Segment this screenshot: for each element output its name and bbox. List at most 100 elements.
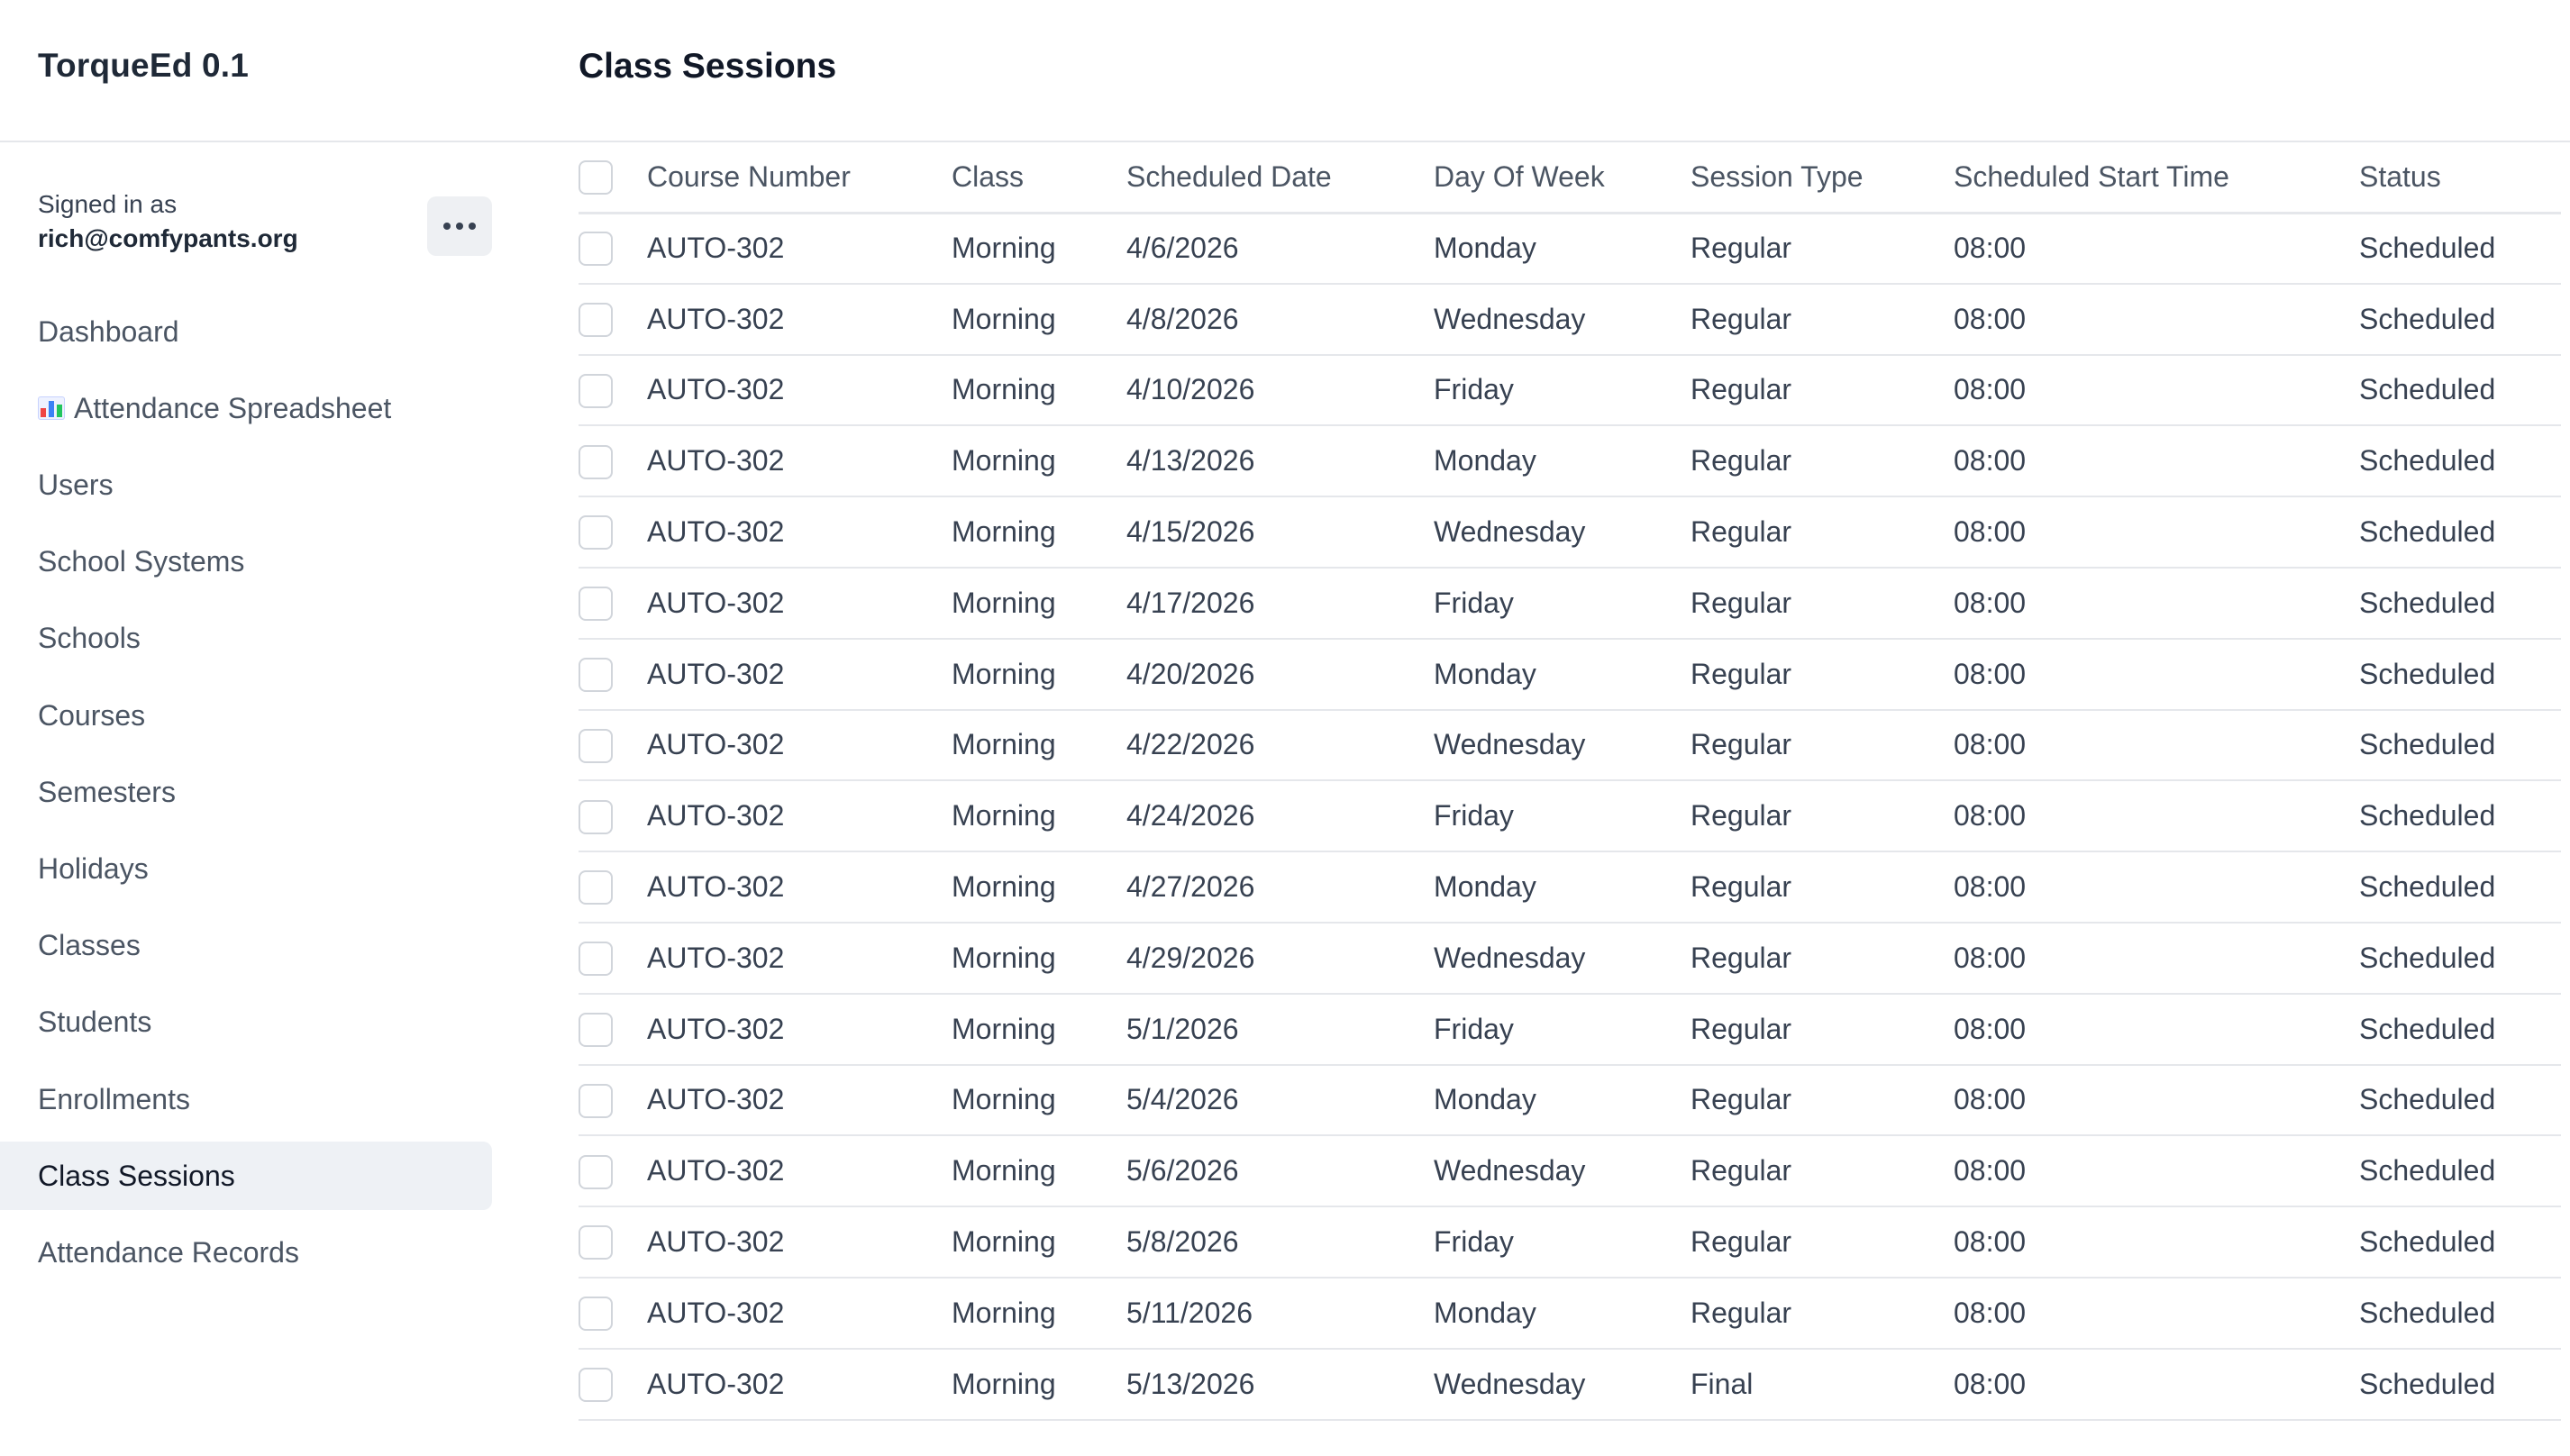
session-type-cell: Regular bbox=[1691, 1296, 1792, 1329]
row-checkbox[interactable] bbox=[579, 1012, 613, 1047]
sidebar-item-attendance-records[interactable]: Attendance Records bbox=[0, 1218, 492, 1287]
class-cell: Morning bbox=[952, 1154, 1056, 1188]
sidebar-item-classes[interactable]: Classes bbox=[0, 912, 492, 980]
column-header-course-number[interactable]: Course Number bbox=[647, 142, 952, 213]
table-row[interactable]: AUTO-302 Morning 4/24/2026 Friday Regular 08:… bbox=[579, 780, 2561, 852]
row-checkbox[interactable] bbox=[579, 799, 613, 834]
start-time-cell: 08:00 bbox=[1954, 1225, 2027, 1259]
sidebar-item-label: Semesters bbox=[38, 775, 176, 808]
scheduled-date-cell: 4/22/2026 bbox=[1126, 728, 1255, 761]
table-body: AUTO-302 Morning 4/6/2026 Monday Regular 08:0… bbox=[579, 213, 2561, 1420]
class-cell: Morning bbox=[952, 444, 1056, 478]
table-row[interactable]: AUTO-302 Morning 4/17/2026 Friday Regular 08:… bbox=[579, 568, 2561, 639]
sidebar-item-label: Attendance Spreadsheet bbox=[74, 391, 392, 424]
day-of-week-cell: Monday bbox=[1434, 1083, 1536, 1116]
column-header-scheduled-start-time[interactable]: Scheduled Start Time bbox=[1954, 142, 2359, 213]
row-select-cell bbox=[579, 496, 647, 568]
row-checkbox[interactable] bbox=[579, 302, 613, 337]
table-row[interactable]: AUTO-302 Morning 5/11/2026 Monday Regular 08:… bbox=[579, 1278, 2561, 1349]
start-time-cell: 08:00 bbox=[1954, 1367, 2027, 1400]
row-checkbox[interactable] bbox=[579, 444, 613, 479]
table-row[interactable]: AUTO-302 Morning 4/27/2026 Monday Regular 08:… bbox=[579, 851, 2561, 923]
bar-chart-bar bbox=[41, 408, 46, 418]
table-row[interactable]: AUTO-302 Morning 5/1/2026 Friday Regular 08:0… bbox=[579, 994, 2561, 1065]
row-checkbox[interactable] bbox=[579, 1367, 613, 1402]
start-time-cell: 08:00 bbox=[1954, 1012, 2027, 1045]
table-row[interactable]: AUTO-302 Morning 4/6/2026 Monday Regular 08:0… bbox=[579, 213, 2561, 284]
account-info: Signed in as rich@comfypants.org bbox=[38, 187, 488, 256]
row-select-cell bbox=[579, 1206, 647, 1278]
row-checkbox[interactable] bbox=[579, 373, 613, 408]
app-brand[interactable]: TorqueEd 0.1 bbox=[38, 47, 249, 85]
table-row[interactable]: AUTO-302 Morning 5/13/2026 Wednesday Final 08… bbox=[579, 1349, 2561, 1420]
row-checkbox[interactable] bbox=[579, 587, 613, 622]
session-type-cell: Regular bbox=[1691, 515, 1792, 549]
table-row[interactable]: AUTO-302 Morning 5/6/2026 Wednesday Regular 0… bbox=[579, 1135, 2561, 1207]
start-time-cell: 08:00 bbox=[1954, 1154, 2027, 1188]
scheduled-date-cell: 5/8/2026 bbox=[1126, 1225, 1239, 1259]
row-select-cell bbox=[579, 355, 647, 426]
column-header-day-of-week[interactable]: Day Of Week bbox=[1434, 142, 1691, 213]
scheduled-date-cell: 4/20/2026 bbox=[1126, 657, 1255, 690]
sidebar-item-enrollments[interactable]: Enrollments bbox=[0, 1065, 492, 1133]
column-header-class[interactable]: Class bbox=[952, 142, 1126, 213]
column-header-session-type[interactable]: Session Type bbox=[1691, 142, 1954, 213]
course-number-cell: AUTO-302 bbox=[647, 657, 785, 690]
sidebar-item-dashboard[interactable]: Dashboard bbox=[0, 297, 492, 366]
row-checkbox[interactable] bbox=[579, 1225, 613, 1260]
select-all-checkbox[interactable] bbox=[579, 160, 613, 196]
class-cell: Morning bbox=[952, 728, 1056, 761]
row-checkbox[interactable] bbox=[579, 657, 613, 692]
column-header-status[interactable]: Status bbox=[2359, 142, 2561, 213]
bar-chart-bar bbox=[49, 401, 54, 418]
sidebar-item-school-systems[interactable]: School Systems bbox=[0, 528, 492, 596]
table-row[interactable]: AUTO-302 Morning 4/8/2026 Wednesday Regular 0… bbox=[579, 284, 2561, 355]
day-of-week-cell: Wednesday bbox=[1434, 302, 1586, 335]
table-row[interactable]: AUTO-302 Morning 4/29/2026 Wednesday Regular… bbox=[579, 923, 2561, 994]
sidebar-item-users[interactable]: Users bbox=[0, 450, 492, 519]
table-row[interactable]: AUTO-302 Morning 4/15/2026 Wednesday Regular… bbox=[579, 496, 2561, 568]
table-row[interactable]: AUTO-302 Morning 4/22/2026 Wednesday Regular… bbox=[579, 710, 2561, 781]
header-row: Course Number Class Scheduled Date Day Of W… bbox=[579, 142, 2561, 213]
sidebar-item-students[interactable]: Students bbox=[0, 988, 492, 1057]
session-type-cell: Regular bbox=[1691, 1083, 1792, 1116]
row-checkbox[interactable] bbox=[579, 1297, 613, 1332]
table-row[interactable]: AUTO-302 Morning 4/13/2026 Monday Regular 08:… bbox=[579, 425, 2561, 497]
status-cell: Scheduled bbox=[2359, 657, 2496, 690]
row-select-cell bbox=[579, 568, 647, 639]
course-number-cell: AUTO-302 bbox=[647, 1367, 785, 1400]
sidebar-item-semesters[interactable]: Semesters bbox=[0, 758, 492, 826]
day-of-week-cell: Monday bbox=[1434, 657, 1536, 690]
class-cell: Morning bbox=[952, 586, 1056, 619]
day-of-week-cell: Friday bbox=[1434, 1225, 1514, 1259]
row-select-cell bbox=[579, 1349, 647, 1420]
column-header-scheduled-date[interactable]: Scheduled Date bbox=[1126, 142, 1434, 213]
sidebar-item-courses[interactable]: Courses bbox=[0, 681, 492, 750]
row-checkbox[interactable] bbox=[579, 728, 613, 763]
row-checkbox[interactable] bbox=[579, 870, 613, 905]
account-menu-button[interactable] bbox=[427, 196, 492, 256]
table-row[interactable]: AUTO-302 Morning 5/4/2026 Monday Regular 08:0… bbox=[579, 1065, 2561, 1136]
course-number-cell: AUTO-302 bbox=[647, 1012, 785, 1045]
table-row[interactable]: AUTO-302 Morning 4/20/2026 Monday Regular 08:… bbox=[579, 639, 2561, 710]
row-checkbox[interactable] bbox=[579, 232, 613, 267]
class-cell: Morning bbox=[952, 1225, 1056, 1259]
class-cell: Morning bbox=[952, 657, 1056, 690]
sidebar-item-label: Schools bbox=[38, 622, 141, 655]
session-type-cell: Regular bbox=[1691, 799, 1792, 833]
row-checkbox[interactable] bbox=[579, 1154, 613, 1189]
sidebar-item-attendance-spreadsheet[interactable]: Attendance Spreadsheet bbox=[0, 374, 492, 442]
sidebar-item-holidays[interactable]: Holidays bbox=[0, 834, 492, 903]
table-row[interactable]: AUTO-302 Morning 4/10/2026 Friday Regular 08:… bbox=[579, 355, 2561, 426]
sidebar-item-class-sessions[interactable]: Class Sessions bbox=[0, 1142, 492, 1211]
row-checkbox[interactable] bbox=[579, 942, 613, 977]
session-type-cell: Regular bbox=[1691, 941, 1792, 974]
session-type-cell: Regular bbox=[1691, 232, 1792, 265]
row-checkbox[interactable] bbox=[579, 1083, 613, 1118]
table-row[interactable]: AUTO-302 Morning 5/8/2026 Friday Regular 08:0… bbox=[579, 1206, 2561, 1278]
bar-chart-icon bbox=[38, 396, 65, 421]
sidebar-item-schools[interactable]: Schools bbox=[0, 605, 492, 673]
row-checkbox[interactable] bbox=[579, 515, 613, 551]
app-window: TorqueEd 0.1 Class Sessions Signed in as… bbox=[0, 0, 2570, 1456]
top-header: TorqueEd 0.1 Class Sessions bbox=[0, 0, 2570, 142]
